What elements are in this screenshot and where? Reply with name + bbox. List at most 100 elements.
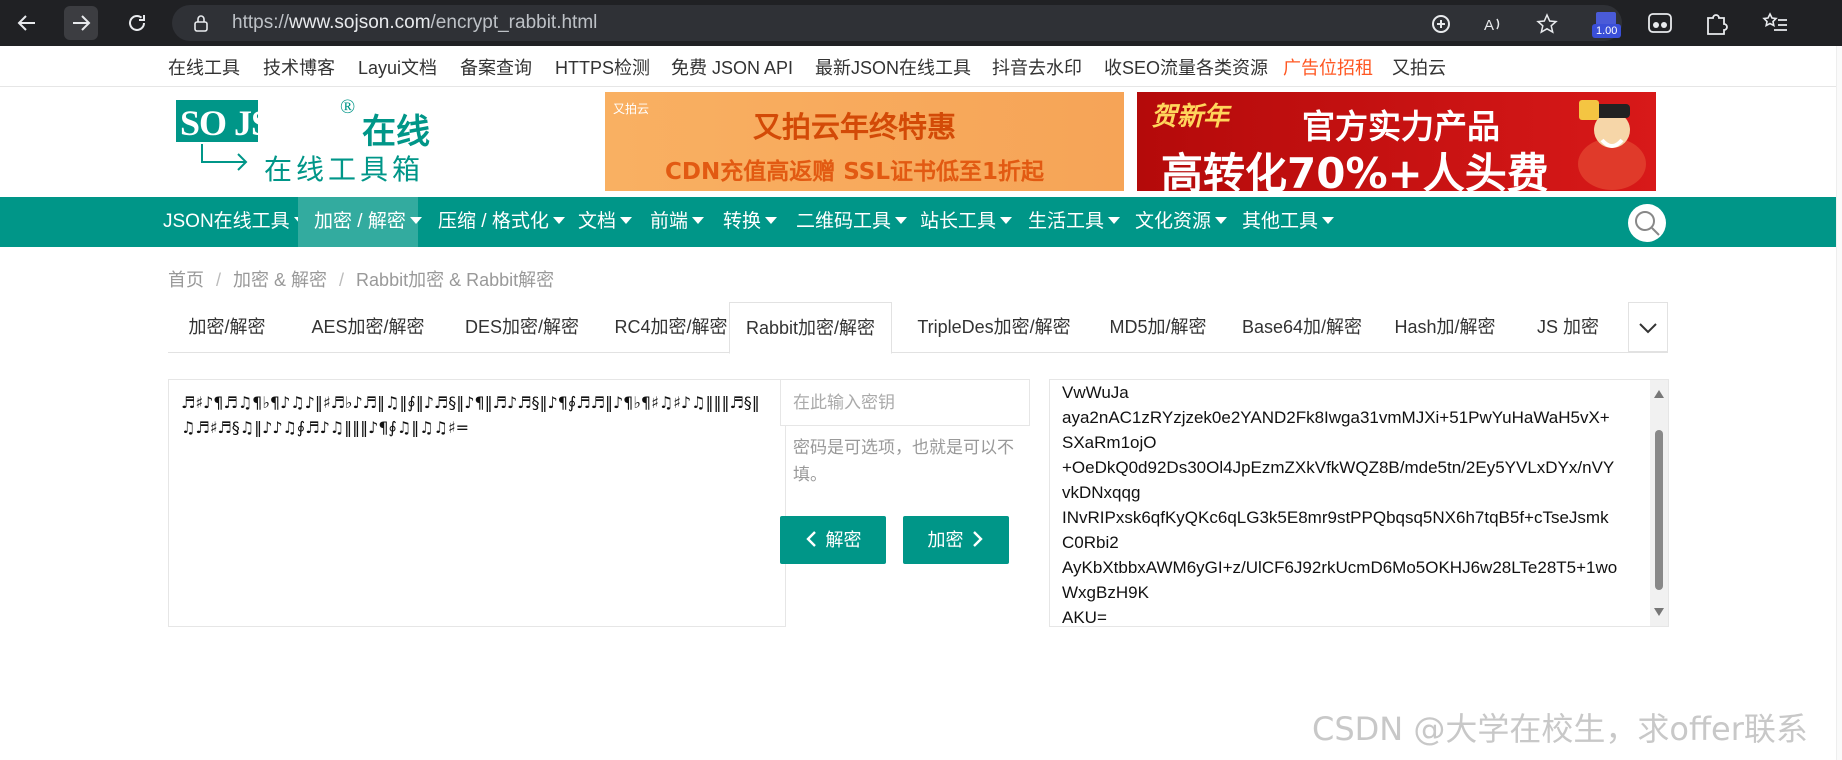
url-domain: www.sojson.com	[289, 12, 431, 33]
scroll-up-arrow-icon[interactable]	[1654, 390, 1664, 398]
tabs-more-button[interactable]	[1628, 302, 1668, 352]
nav-frontend[interactable]: 前端	[648, 197, 706, 247]
tab-des[interactable]: DES加密/解密	[448, 302, 596, 352]
nav-encrypt-decrypt[interactable]: 加密 / 解密	[298, 197, 422, 247]
tab-aes[interactable]: AES加密/解密	[298, 302, 438, 352]
nav-culture-resources-label: 文化资源	[1135, 211, 1212, 232]
nav-webmaster-tools-label: 站长工具	[920, 211, 997, 232]
top-link-seo-resources[interactable]: 收SEO流量各类资源	[1104, 54, 1268, 80]
favorite-star-icon[interactable]	[1536, 13, 1558, 35]
ciphertext-line: AKU=	[1062, 608, 1107, 627]
key-input[interactable]	[780, 379, 1030, 426]
caret-down-icon	[620, 217, 633, 224]
nav-qrcode-tools-label: 二维码工具	[796, 211, 892, 232]
ciphertext-line: aya2nAC1zRYzjzek0e2YAND2Fk8Iwga31vmMJXi+…	[1062, 408, 1610, 427]
back-button[interactable]	[10, 6, 44, 40]
top-link-tech-blog[interactable]: 技术博客	[263, 54, 335, 80]
top-link-upyun[interactable]: 又拍云	[1392, 54, 1446, 80]
caret-down-icon	[692, 217, 705, 224]
tab-encrypt-decrypt[interactable]: 加密/解密	[168, 302, 286, 352]
top-link-https-check[interactable]: HTTPS检测	[555, 54, 650, 80]
encrypt-button[interactable]: 加密	[903, 516, 1009, 564]
nav-encrypt-decrypt-label: 加密 / 解密	[314, 211, 406, 232]
tab-md5[interactable]: MD5加/解密	[1093, 302, 1223, 352]
favorites-list-icon[interactable]	[1762, 10, 1790, 36]
url-path: /encrypt_rabbit.html	[430, 12, 598, 33]
tab-hash[interactable]: Hash加/解密	[1381, 302, 1509, 352]
breadcrumb-separator: /	[339, 270, 345, 290]
tab-rc4[interactable]: RC4加密/解密	[598, 302, 744, 352]
plaintext-input[interactable]: ♬♯♪¶♬♫¶♭¶♪♫♪‖♯♬♭♪♬‖♫‖∮‖♪♬§‖♪¶‖♬♪♬§‖♪¶∮♬♬…	[168, 379, 786, 627]
breadcrumb-section[interactable]: 加密 & 解密	[233, 270, 327, 290]
tab-tripledes[interactable]: TripleDes加密/解密	[901, 302, 1087, 352]
top-link-icp-lookup[interactable]: 备案查询	[460, 54, 532, 80]
chevron-right-icon	[972, 531, 983, 547]
nav-convert-label: 转换	[723, 211, 762, 232]
ciphertext-line: INvRIPxsk6qfKyQKc6qLG3k5E8mr9stPPQbqsq5N…	[1062, 508, 1609, 527]
top-link-layui-docs[interactable]: Layui文档	[358, 54, 437, 80]
logo-registered-mark: ®	[340, 96, 356, 118]
nav-culture-resources[interactable]: 文化资源	[1133, 197, 1229, 247]
url-text: https://www.sojson.com/encrypt_rabbit.ht…	[232, 12, 597, 34]
top-link-ad-space[interactable]: 广告位招租	[1283, 54, 1373, 80]
search-icon	[1635, 211, 1660, 236]
top-link-douyin-watermark[interactable]: 抖音去水印	[992, 54, 1082, 80]
logo-arrow-icon	[201, 144, 248, 171]
caret-down-icon	[765, 217, 778, 224]
reload-button[interactable]	[120, 6, 154, 40]
upyun-ad-banner[interactable]: 又拍云 又拍云年终特惠 CDN充值高返赠 SSL证书低至1折起	[605, 92, 1124, 191]
breadcrumb-home[interactable]: 首页	[168, 270, 204, 290]
nav-json-tools[interactable]: JSON在线工具	[161, 197, 308, 247]
nav-frontend-label: 前端	[650, 211, 689, 232]
top-link-online-tools[interactable]: 在线工具	[168, 54, 240, 80]
nav-qrcode-tools[interactable]: 二维码工具	[794, 197, 909, 247]
lock-icon	[194, 15, 208, 32]
extensions-puzzle-icon[interactable]	[1702, 10, 1730, 36]
ciphertext-line: +OeDkQ0d92Ds30Ol4JpEzmZXkVfkWQZ8B/mde5tn…	[1062, 458, 1615, 477]
site-logo[interactable]: SO JSON ® 在线 在线工具箱	[172, 96, 442, 186]
nav-webmaster-tools[interactable]: 站长工具	[918, 197, 1014, 247]
banner1-subtitle: CDN充值高返赠 SSL证书低至1折起	[665, 159, 1044, 185]
nav-other-tools[interactable]: 其他工具	[1240, 197, 1336, 247]
banner1-tag: 又拍云	[613, 102, 650, 116]
encrypt-button-label: 加密	[927, 530, 964, 550]
top-link-latest-json-tools[interactable]: 最新JSON在线工具	[815, 54, 971, 80]
address-bar[interactable]: https://www.sojson.com/encrypt_rabbit.ht…	[172, 5, 1622, 41]
tab-base64[interactable]: Base64加/解密	[1228, 302, 1376, 352]
url-prefix: https://	[232, 12, 290, 33]
nav-compress-format-label: 压缩 / 格式化	[438, 211, 549, 232]
site-search-button[interactable]	[1628, 204, 1666, 242]
arrow-right-icon	[73, 15, 91, 31]
arrow-left-icon	[17, 15, 35, 31]
caret-down-icon	[1000, 217, 1013, 224]
top-link-free-json-api[interactable]: 免费 JSON API	[671, 54, 793, 80]
fortune-god-icon	[1578, 100, 1646, 190]
translate-icon[interactable]	[1430, 13, 1452, 35]
decrypt-button[interactable]: 解密	[780, 516, 886, 564]
nav-docs[interactable]: 文档	[576, 197, 634, 247]
nav-convert[interactable]: 转换	[721, 197, 779, 247]
ciphertext-output[interactable]: VwWuJa aya2nAC1zRYzjzek0e2YAND2Fk8Iwga31v…	[1049, 379, 1669, 627]
ciphertext-line: WxgBzH9K	[1062, 583, 1149, 602]
caret-down-icon	[895, 217, 908, 224]
logo-online: 在线	[362, 112, 430, 152]
page-scrollbar[interactable]	[1836, 46, 1842, 760]
caret-down-icon	[1322, 217, 1335, 224]
tab-js-encrypt[interactable]: JS 加密	[1518, 302, 1618, 352]
scroll-down-arrow-icon[interactable]	[1654, 608, 1664, 616]
read-aloud-icon[interactable]: A	[1482, 13, 1504, 35]
forward-button[interactable]	[64, 6, 98, 40]
decrypt-button-label: 解密	[825, 530, 862, 550]
ciphertext-line: AyKbXtbbxAWM6yGI+z/UlCF6J92rkUcmD6Mo5OKH…	[1062, 558, 1618, 577]
scroll-thumb[interactable]	[1655, 430, 1663, 590]
zoom-badge: 1.00	[1592, 24, 1622, 38]
nav-json-tools-label: JSON在线工具	[163, 211, 290, 232]
nav-docs-label: 文档	[578, 211, 617, 232]
newyear-ad-banner[interactable]: 贺新年 官方实力产品 高转化70%+人头费	[1137, 92, 1656, 191]
output-scrollbar[interactable]	[1650, 380, 1668, 626]
nav-life-tools[interactable]: 生活工具	[1026, 197, 1122, 247]
profile-glasses-icon[interactable]	[1646, 10, 1674, 36]
banner1-title: 又拍云年终特惠	[753, 110, 957, 144]
tab-rabbit[interactable]: Rabbit加密/解密	[729, 302, 892, 354]
nav-compress-format[interactable]: 压缩 / 格式化	[436, 197, 567, 247]
